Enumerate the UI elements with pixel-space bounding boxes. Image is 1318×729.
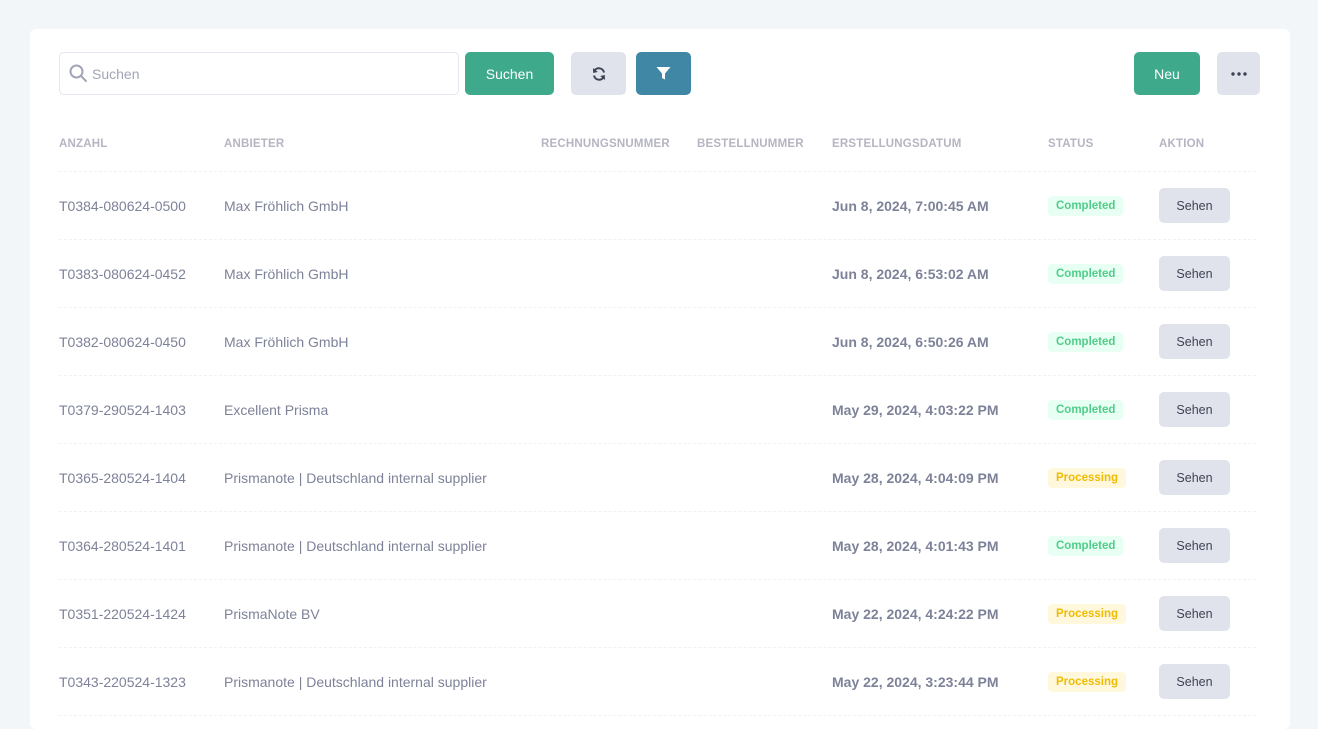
anzahl-cell: T0351-220524-1424 [59, 605, 186, 622]
column-header-status[interactable]: STATUS [1048, 138, 1094, 150]
anzahl-cell: T0364-280524-1401 [59, 537, 186, 554]
column-header-anbieter[interactable]: ANBIETER [224, 138, 284, 150]
table-row: T0383-080624-0452 Max Fröhlich GmbH Jun 8,… [59, 240, 1256, 308]
table-row: T0379-290524-1403 Excellent Prisma May 29,… [59, 376, 1256, 444]
search-box[interactable] [59, 52, 459, 95]
anzahl-cell: T0384-080624-0500 [59, 197, 186, 214]
anbieter-cell: Prismanote | Deutschland internal suppli… [224, 537, 487, 554]
erstellungsdatum-cell: Jun 8, 2024, 6:50:26 AM [832, 333, 989, 350]
anbieter-cell: Prismanote | Deutschland internal suppli… [224, 673, 487, 690]
view-button[interactable]: Sehen [1159, 528, 1230, 563]
status-badge: Processing [1048, 467, 1126, 488]
more-options-button[interactable] [1217, 52, 1260, 95]
view-button[interactable]: Sehen [1159, 188, 1230, 223]
erstellungsdatum-cell: May 22, 2024, 3:23:44 PM [832, 673, 999, 690]
erstellungsdatum-cell: May 28, 2024, 4:01:43 PM [832, 537, 999, 554]
view-button[interactable]: Sehen [1159, 256, 1230, 291]
erstellungsdatum-cell: Jun 8, 2024, 6:53:02 AM [832, 265, 989, 282]
aktion-cell: Sehen [1159, 172, 1230, 239]
column-header-anzahl[interactable]: ANZAHL [59, 138, 107, 150]
view-button[interactable]: Sehen [1159, 664, 1230, 699]
refresh-button[interactable] [571, 52, 626, 95]
status-badge: Processing [1048, 603, 1126, 624]
status-badge: Completed [1048, 195, 1124, 216]
anbieter-cell: Prismanote | Deutschland internal suppli… [224, 469, 487, 486]
status-badge: Completed [1048, 399, 1124, 420]
more-dots-icon [1230, 71, 1247, 76]
main-card: Suchen Neu ANZAHL ANBIETER [30, 29, 1290, 729]
status-cell: Processing [1048, 648, 1126, 715]
anzahl-cell: T0383-080624-0452 [59, 265, 186, 282]
table-header: ANZAHL ANBIETER RECHNUNGSNUMMER BESTELLN… [59, 129, 1256, 172]
table-body: T0384-080624-0500 Max Fröhlich GmbH Jun 8,… [59, 172, 1256, 716]
erstellungsdatum-cell: May 22, 2024, 4:24:22 PM [832, 605, 999, 622]
view-button[interactable]: Sehen [1159, 324, 1230, 359]
anzahl-cell: T0382-080624-0450 [59, 333, 186, 350]
status-badge: Processing [1048, 671, 1126, 692]
table-row: T0382-080624-0450 Max Fröhlich GmbH Jun 8,… [59, 308, 1256, 376]
filter-icon [656, 67, 671, 80]
refresh-icon [592, 66, 605, 81]
anbieter-cell: Max Fröhlich GmbH [224, 265, 349, 282]
status-badge: Completed [1048, 535, 1124, 556]
aktion-cell: Sehen [1159, 240, 1230, 307]
new-button[interactable]: Neu [1134, 52, 1200, 95]
table-row: T0343-220524-1323 Prismanote | Deutschlan… [59, 648, 1256, 716]
column-header-aktion: AKTION [1159, 138, 1205, 150]
aktion-cell: Sehen [1159, 376, 1230, 443]
aktion-cell: Sehen [1159, 512, 1230, 579]
aktion-cell: Sehen [1159, 648, 1230, 715]
table-row: T0384-080624-0500 Max Fröhlich GmbH Jun 8,… [59, 172, 1256, 240]
column-header-bestellnummer[interactable]: BESTELLNUMMER [697, 138, 804, 150]
toolbar: Suchen Neu [59, 52, 1260, 95]
erstellungsdatum-cell: Jun 8, 2024, 7:00:45 AM [832, 197, 989, 214]
column-header-rechnungsnummer[interactable]: RECHNUNGSNUMMER [541, 138, 670, 150]
anzahl-cell: T0343-220524-1323 [59, 673, 186, 690]
view-button[interactable]: Sehen [1159, 460, 1230, 495]
erstellungsdatum-cell: May 28, 2024, 4:04:09 PM [832, 469, 999, 486]
column-header-erstellungsdatum[interactable]: ERSTELLUNGSDATUM [832, 138, 961, 150]
status-cell: Processing [1048, 444, 1126, 511]
table-row: T0351-220524-1424 PrismaNote BV May 22, 20… [59, 580, 1256, 648]
status-badge: Completed [1048, 263, 1124, 284]
aktion-cell: Sehen [1159, 580, 1230, 647]
status-cell: Completed [1048, 308, 1124, 375]
search-button[interactable]: Suchen [465, 52, 554, 95]
anbieter-cell: Max Fröhlich GmbH [224, 333, 349, 350]
status-cell: Processing [1048, 580, 1126, 647]
view-button[interactable]: Sehen [1159, 392, 1230, 427]
anbieter-cell: Max Fröhlich GmbH [224, 197, 349, 214]
status-badge: Completed [1048, 331, 1124, 352]
search-icon [69, 64, 87, 82]
aktion-cell: Sehen [1159, 308, 1230, 375]
anbieter-cell: PrismaNote BV [224, 605, 320, 622]
anbieter-cell: Excellent Prisma [224, 401, 329, 418]
status-cell: Completed [1048, 172, 1124, 239]
table-row: T0365-280524-1404 Prismanote | Deutschlan… [59, 444, 1256, 512]
erstellungsdatum-cell: May 29, 2024, 4:03:22 PM [832, 401, 999, 418]
status-cell: Completed [1048, 376, 1124, 443]
status-cell: Completed [1048, 240, 1124, 307]
status-cell: Completed [1048, 512, 1124, 579]
aktion-cell: Sehen [1159, 444, 1230, 511]
filter-button[interactable] [636, 52, 691, 95]
table-row: T0364-280524-1401 Prismanote | Deutschlan… [59, 512, 1256, 580]
anzahl-cell: T0365-280524-1404 [59, 469, 186, 486]
anzahl-cell: T0379-290524-1403 [59, 401, 186, 418]
view-button[interactable]: Sehen [1159, 596, 1230, 631]
orders-table: ANZAHL ANBIETER RECHNUNGSNUMMER BESTELLN… [59, 129, 1256, 716]
search-input[interactable] [92, 53, 448, 94]
